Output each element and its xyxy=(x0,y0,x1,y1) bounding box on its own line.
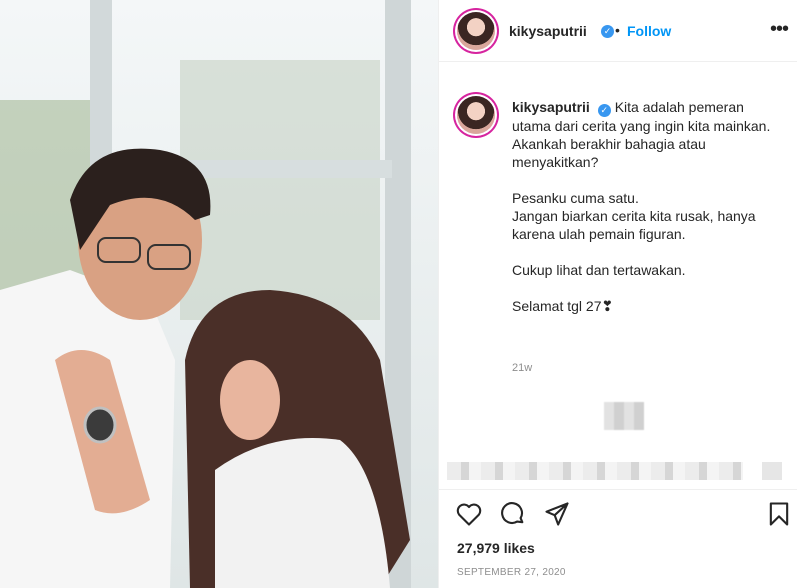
blurred-comment-avatar xyxy=(604,402,644,430)
bookmark-icon[interactable] xyxy=(765,500,793,528)
post-header: kikysaputrii ✓ • Follow ••• xyxy=(439,0,797,62)
caption-author-avatar[interactable] xyxy=(457,96,495,134)
likes-count[interactable]: 27,979 likes xyxy=(457,540,535,556)
post-caption: kikysaputrii ✓ Kita adalah pemeran utama … xyxy=(512,98,782,315)
blurred-comment-text xyxy=(447,462,743,480)
comments-area: kikysaputrii ✓ Kita adalah pemeran utama … xyxy=(439,62,797,480)
post-photo[interactable] xyxy=(0,0,438,588)
post-date[interactable]: September 27, 2020 xyxy=(457,567,566,578)
post-actions: 27,979 likes September 27, 2020 xyxy=(439,489,797,588)
share-icon[interactable] xyxy=(543,500,571,528)
post-side-panel: kikysaputrii ✓ • Follow ••• kikysaputrii… xyxy=(438,0,797,588)
comment-icon[interactable] xyxy=(499,500,527,528)
author-avatar[interactable] xyxy=(457,12,495,50)
caption-username[interactable]: kikysaputrii xyxy=(512,99,590,115)
couple-photo-image xyxy=(0,0,438,588)
verified-badge-icon: ✓ xyxy=(597,104,611,117)
header-separator: • xyxy=(615,22,620,38)
author-username[interactable]: kikysaputrii xyxy=(509,23,587,39)
follow-button[interactable]: Follow xyxy=(627,23,671,39)
caption-text: Kita adalah pemeran utama dari cerita ya… xyxy=(512,99,771,314)
blurred-comment-like xyxy=(762,462,782,480)
heart-icon[interactable] xyxy=(455,500,483,528)
caption-timestamp[interactable]: 21w xyxy=(512,362,532,374)
verified-badge-icon: ✓ xyxy=(601,25,614,38)
more-options-icon[interactable]: ••• xyxy=(770,18,789,41)
